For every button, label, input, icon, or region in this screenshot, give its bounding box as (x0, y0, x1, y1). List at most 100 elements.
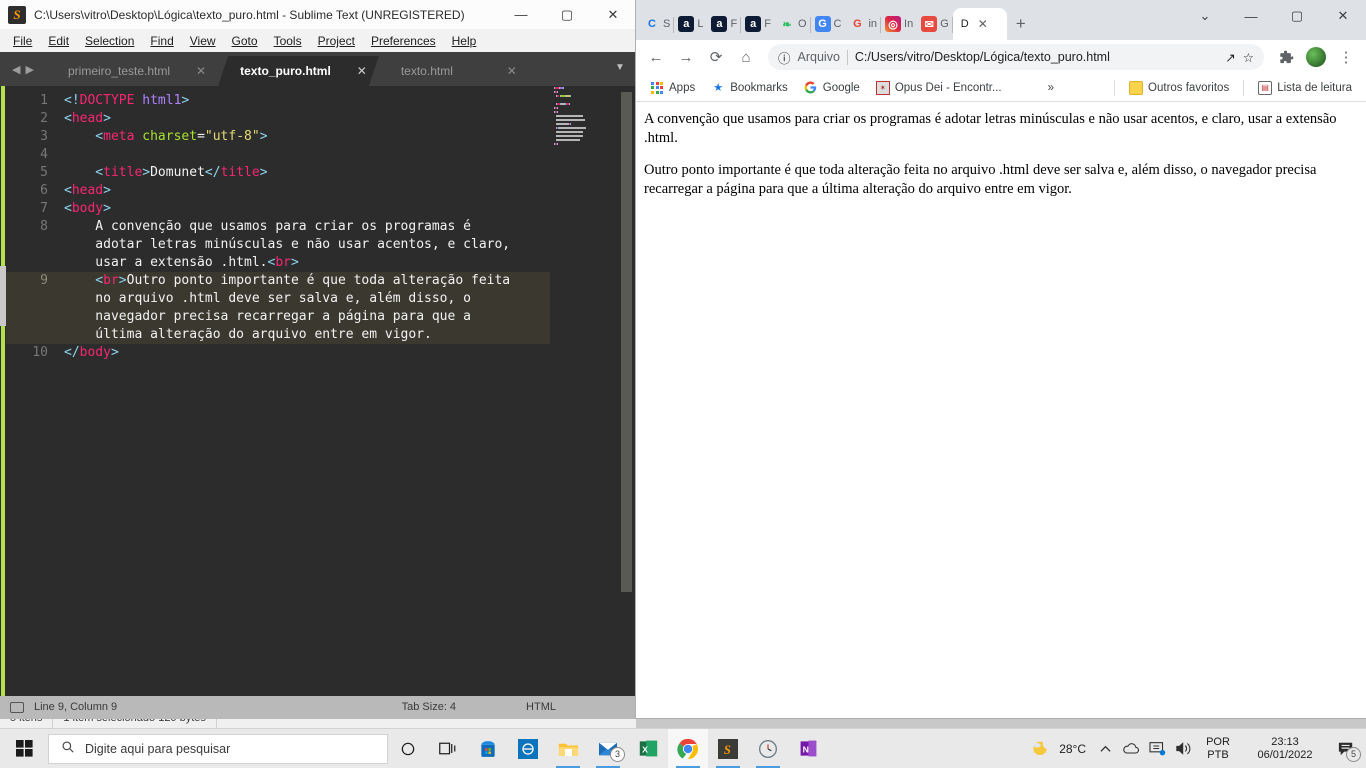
tab-close-icon[interactable]: ✕ (357, 64, 367, 78)
chrome-tabstrip[interactable]: CSaLaFaF❧OGCGin◎In✉GDD✕+ ⌄ — ▢ ✕ (636, 0, 1366, 40)
chrome-browser-window[interactable]: CSaLaFaF❧OGCGin◎In✉GDD✕+ ⌄ — ▢ ✕ ← → ⟳ ⌂… (636, 0, 1366, 718)
new-tab-button[interactable]: + (1007, 10, 1035, 38)
tab-overflow-chevron-down-icon[interactable]: ▼ (604, 52, 636, 82)
menu-find[interactable]: Find (143, 32, 180, 50)
sidebar-toggle-icon[interactable] (10, 701, 24, 713)
code-line[interactable]: navegador precisa recarregar a página pa… (58, 308, 550, 326)
onenote-icon[interactable]: N (788, 729, 828, 768)
chrome-toolbar[interactable]: ← → ⟳ ⌂ ⓘ Arquivo C:/Users/vitro/Desktop… (636, 40, 1366, 74)
tab-next-icon[interactable]: ▶ (26, 63, 34, 76)
excel-icon[interactable]: X (628, 729, 668, 768)
tab-prev-icon[interactable]: ◀ (12, 63, 20, 76)
mail-icon[interactable]: 3 (588, 729, 628, 768)
minimize-button[interactable]: — (498, 0, 544, 29)
profile-avatar[interactable] (1302, 43, 1330, 71)
bookmarks-overflow-button[interactable]: » (1042, 79, 1060, 97)
weather-temperature[interactable]: 28°C (1053, 742, 1092, 756)
tab-close-icon[interactable]: ✕ (196, 64, 206, 78)
code-line[interactable]: usar a extensão .html.<br> (58, 254, 550, 272)
back-icon[interactable]: ← (642, 43, 670, 71)
chrome-tab[interactable]: ✉ G (917, 8, 953, 40)
maximize-button[interactable]: ▢ (1274, 0, 1320, 32)
code-line[interactable] (58, 146, 550, 164)
minimize-button[interactable]: — (1228, 0, 1274, 32)
bookmark-apps[interactable]: Apps (644, 78, 701, 98)
chrome-tab[interactable]: CS (640, 8, 675, 40)
code-line[interactable]: <br>Outro ponto importante é que toda al… (58, 272, 550, 290)
code-line[interactable]: adotar letras minúsculas e não usar acen… (58, 236, 550, 254)
chrome-tab[interactable]: aF (707, 8, 742, 40)
clock[interactable]: 23:13 06/01/2022 (1240, 736, 1330, 761)
bookmarks-bar[interactable]: Apps ★ Bookmarks Google ✶ Opus Dei - Enc… (636, 74, 1366, 102)
tab-close-icon[interactable]: ✕ (507, 64, 517, 78)
language-indicator[interactable]: POR PTB (1196, 736, 1240, 761)
bookmark-star-icon[interactable]: ☆ (1243, 50, 1254, 65)
chrome-tab[interactable]: aL (674, 8, 707, 40)
sublime-window-controls[interactable]: — ▢ ✕ (498, 0, 636, 29)
code-line[interactable]: <head> (58, 182, 550, 200)
menu-edit[interactable]: Edit (41, 32, 76, 50)
onedrive-cloud-icon[interactable] (1118, 729, 1144, 768)
menu-tools[interactable]: Tools (267, 32, 309, 50)
editor-minimap[interactable] (550, 86, 636, 696)
bookmark-google[interactable]: Google (798, 78, 866, 98)
chrome-menu-icon[interactable]: ⋮ (1332, 43, 1360, 71)
editor-scrollbar[interactable] (621, 92, 632, 592)
sublime-tabbar[interactable]: ◀ ▶ primeiro_teste.html ✕ texto_puro.htm… (0, 52, 636, 86)
chrome-window-controls[interactable]: ⌄ — ▢ ✕ (1182, 0, 1366, 32)
bookmark-other-favorites[interactable]: Outros favoritos (1123, 78, 1235, 98)
code-line[interactable]: <body> (58, 200, 550, 218)
code-line[interactable]: <head> (58, 110, 550, 128)
close-button[interactable]: ✕ (590, 0, 636, 29)
google-chrome-icon[interactable] (668, 728, 708, 768)
start-button[interactable] (0, 729, 48, 768)
bookmark-opus-dei[interactable]: ✶ Opus Dei - Encontr... (870, 78, 1008, 98)
chrome-tab[interactable]: ◎ In (881, 8, 917, 40)
maximize-button[interactable]: ▢ (544, 0, 590, 29)
system-tray[interactable]: 28°C POR PTB 23:13 06/01/2022 5 (1027, 729, 1366, 768)
menu-view[interactable]: View (183, 32, 223, 50)
code-line[interactable]: <title>Domunet</title> (58, 164, 550, 182)
editor-code-area[interactable]: <!DOCTYPE html1> <head> <meta charset="ut… (58, 86, 550, 696)
share-icon[interactable]: ↗ (1225, 50, 1235, 65)
show-hidden-icons-chevron-up-icon[interactable] (1092, 729, 1118, 768)
code-line[interactable]: <!DOCTYPE html1> (58, 92, 550, 110)
extensions-puzzle-icon[interactable] (1272, 43, 1300, 71)
taskbar-app-icons[interactable]: 3 X S N (388, 728, 828, 768)
cortana-icon[interactable] (388, 729, 428, 768)
file-explorer-icon[interactable] (548, 729, 588, 768)
sublime-tab-primeiro-teste[interactable]: primeiro_teste.html ✕ (46, 56, 218, 86)
menu-help[interactable]: Help (445, 32, 484, 50)
sublime-menubar[interactable]: File Edit Selection Find View Goto Tools… (0, 30, 636, 52)
windows-taskbar[interactable]: Digite aqui para pesquisar 3 X S N 28°C … (0, 728, 1366, 768)
weather-moon-icon[interactable] (1027, 729, 1053, 768)
code-line[interactable]: no arquivo .html deve ser salva e, além … (58, 290, 550, 308)
syntax-indicator[interactable]: HTML (526, 701, 556, 713)
menu-goto[interactable]: Goto (225, 32, 265, 50)
sublime-tab-texto-puro[interactable]: texto_puro.html ✕ (218, 56, 379, 86)
forward-icon[interactable]: → (672, 43, 700, 71)
chrome-tab[interactable]: GC (811, 8, 846, 40)
sublime-text-icon[interactable]: S (708, 729, 748, 768)
chrome-tab-active[interactable]: DD✕ (952, 8, 1007, 40)
dev-app-icon[interactable] (508, 729, 548, 768)
code-line[interactable]: última alteração do arquivo entre em vig… (58, 326, 550, 344)
volume-icon[interactable] (1170, 729, 1196, 768)
task-view-icon[interactable] (428, 729, 468, 768)
address-bar[interactable]: ⓘ Arquivo C:/Users/vitro/Desktop/Lógica/… (768, 44, 1264, 70)
menu-preferences[interactable]: Preferences (364, 32, 443, 50)
microsoft-store-icon[interactable] (468, 729, 508, 768)
network-icon[interactable] (1144, 729, 1170, 768)
chrome-tab-close-icon[interactable]: ✕ (978, 17, 988, 31)
close-button[interactable]: ✕ (1320, 0, 1366, 32)
menu-selection[interactable]: Selection (78, 32, 141, 50)
bookmark-bookmarks[interactable]: ★ Bookmarks (705, 78, 794, 98)
menu-project[interactable]: Project (311, 32, 362, 50)
sublime-titlebar[interactable]: C:\Users\vitro\Desktop\Lógica\texto_puro… (0, 0, 636, 30)
reload-icon[interactable]: ⟳ (702, 43, 730, 71)
reading-list-button[interactable]: ▤ Lista de leitura (1252, 78, 1358, 98)
url-text[interactable]: C:/Users/vitro/Desktop/Lógica/texto_puro… (855, 50, 1218, 64)
taskbar-search-box[interactable]: Digite aqui para pesquisar (48, 733, 388, 764)
code-line[interactable]: </body> (58, 344, 550, 362)
tab-search-chevron-down-icon[interactable]: ⌄ (1182, 0, 1228, 32)
